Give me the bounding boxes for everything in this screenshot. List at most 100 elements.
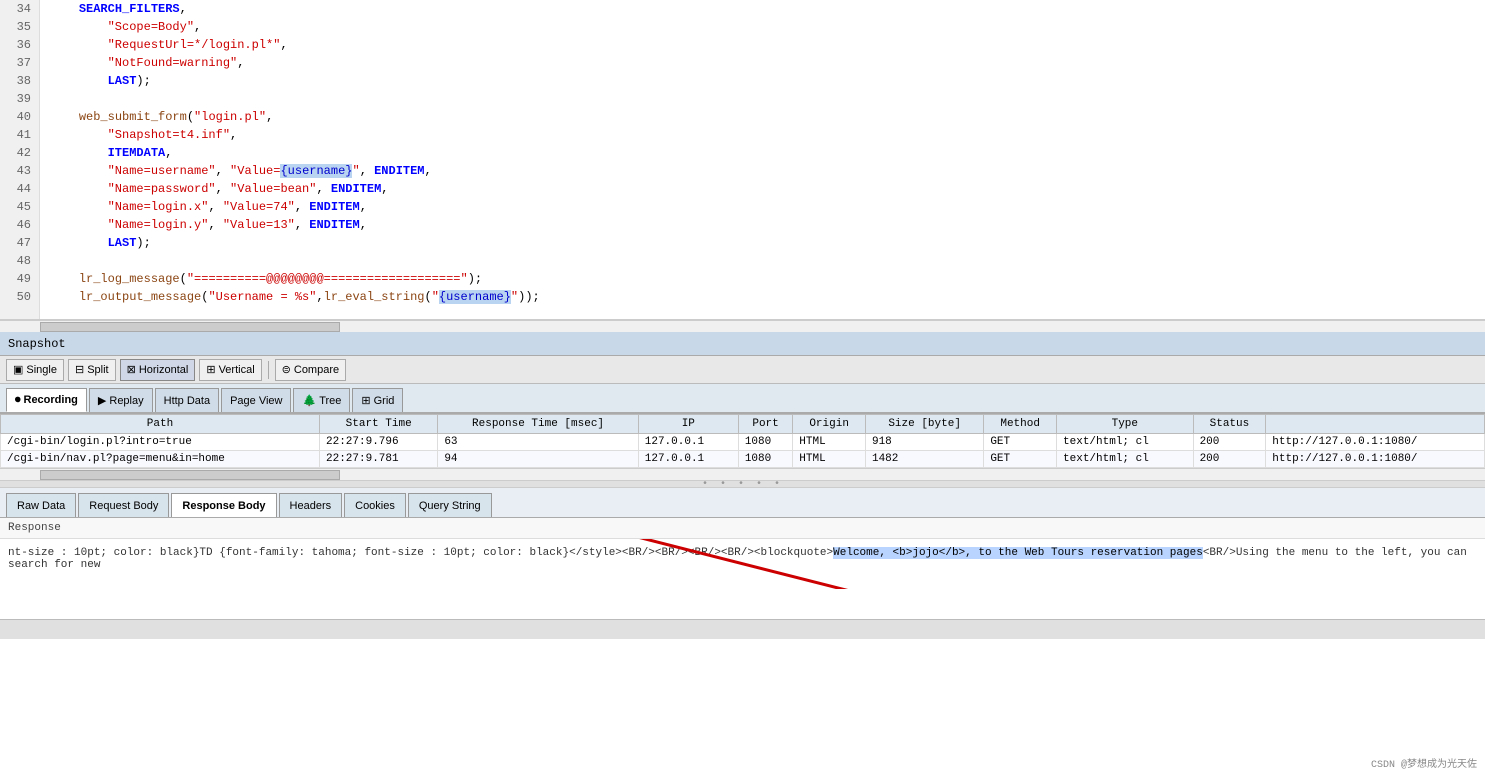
horizontal-button[interactable]: ⊠ Horizontal — [120, 359, 196, 381]
code-line: "Name=login.y", "Value=13", ENDITEM, — [50, 216, 1475, 234]
response-content: nt-size : 10pt; color: black}TD {font-fa… — [0, 539, 1485, 619]
vertical-icon: ⊞ — [206, 363, 215, 376]
grid-label: Grid — [374, 395, 395, 407]
table-cell: /cgi-bin/nav.pl?page=menu&in=home — [1, 451, 320, 468]
code-line: "NotFound=warning", — [50, 54, 1475, 72]
vertical-button[interactable]: ⊞ Vertical — [199, 359, 261, 381]
table-cell: 94 — [438, 451, 638, 468]
table-cell: http://127.0.0.1:1080/ — [1266, 434, 1485, 451]
line-numbers: 34 35 36 37 38 39 40 41 42 43 44 45 46 4… — [0, 0, 40, 319]
col-path: Path — [1, 415, 320, 434]
split-button[interactable]: ⊟ Split — [68, 359, 116, 381]
scrollbar-thumb[interactable] — [40, 322, 340, 332]
recording-icon: ⏺ — [15, 394, 21, 407]
table-cell: 1482 — [865, 451, 983, 468]
single-button[interactable]: ▣ Single — [6, 359, 64, 381]
raw-data-label: Raw Data — [17, 500, 65, 512]
code-line: web_submit_form("login.pl", — [50, 108, 1475, 126]
col-origin: Origin — [793, 415, 866, 434]
table-cell: 1080 — [738, 434, 792, 451]
view-tabs-bar: ⏺ Recording ▶ Replay Http Data Page View… — [0, 384, 1485, 414]
table-cell: 63 — [438, 434, 638, 451]
tab-tree[interactable]: 🌲 Tree — [293, 388, 350, 412]
tab-query-string[interactable]: Query String — [408, 493, 492, 517]
tab-page-view[interactable]: Page View — [221, 388, 291, 412]
col-start-time: Start Time — [320, 415, 438, 434]
vertical-label: Vertical — [219, 364, 255, 376]
http-data-label: Http Data — [164, 395, 210, 407]
horizontal-icon: ⊠ — [127, 363, 136, 376]
watermark: CSDN @梦想成为光天佐 — [1371, 755, 1477, 771]
recording-label: Recording — [24, 394, 78, 406]
table-scrollbar[interactable] — [0, 468, 1485, 480]
http-data-table: Path Start Time Response Time [msec] IP … — [0, 414, 1485, 468]
toolbar-separator — [268, 361, 269, 379]
table-scrollbar-thumb[interactable] — [40, 470, 340, 480]
tab-response-body[interactable]: Response Body — [171, 493, 276, 517]
replay-icon: ▶ — [98, 394, 106, 407]
col-method: Method — [984, 415, 1057, 434]
code-content: SEARCH_FILTERS, "Scope=Body", "RequestUr… — [40, 0, 1485, 319]
bottom-tabs-bar: Raw Data Request Body Response Body Head… — [0, 488, 1485, 518]
tab-replay[interactable]: ▶ Replay — [89, 388, 153, 412]
table-row[interactable]: /cgi-bin/login.pl?intro=true22:27:9.7966… — [1, 434, 1485, 451]
table-cell: GET — [984, 434, 1057, 451]
table-cell: text/html; cl — [1057, 434, 1194, 451]
tab-raw-data[interactable]: Raw Data — [6, 493, 76, 517]
resize-dots: • • • • • — [702, 479, 783, 490]
split-label: Split — [87, 364, 108, 376]
code-line: LAST); — [50, 72, 1475, 90]
response-label: Response — [0, 518, 1485, 539]
code-line: LAST); — [50, 234, 1475, 252]
tab-cookies[interactable]: Cookies — [344, 493, 406, 517]
table-cell: 22:27:9.796 — [320, 434, 438, 451]
table-cell: text/html; cl — [1057, 451, 1194, 468]
code-line: SEARCH_FILTERS, — [50, 0, 1475, 18]
col-status: Status — [1193, 415, 1266, 434]
tab-request-body[interactable]: Request Body — [78, 493, 169, 517]
tree-icon: 🌲 — [302, 394, 316, 407]
code-scrollbar[interactable] — [0, 320, 1485, 332]
col-ip: IP — [638, 415, 738, 434]
headers-label: Headers — [290, 500, 332, 512]
compare-button[interactable]: ⊜ Compare — [275, 359, 346, 381]
response-text-before: nt-size : 10pt; color: black}TD {font-fa… — [8, 547, 833, 559]
status-text — [8, 624, 14, 635]
cookies-label: Cookies — [355, 500, 395, 512]
col-port: Port — [738, 415, 792, 434]
compare-icon: ⊜ — [282, 363, 291, 376]
resize-handle[interactable]: • • • • • — [0, 480, 1485, 488]
snapshot-toolbar: ▣ Single ⊟ Split ⊠ Horizontal ⊞ Vertical… — [0, 356, 1485, 384]
tab-http-data[interactable]: Http Data — [155, 388, 219, 412]
code-line — [50, 252, 1475, 270]
table-cell: 200 — [1193, 451, 1266, 468]
code-line: "Scope=Body", — [50, 18, 1475, 36]
table-header-row: Path Start Time Response Time [msec] IP … — [1, 415, 1485, 434]
table-cell: GET — [984, 451, 1057, 468]
col-response-time: Response Time [msec] — [438, 415, 638, 434]
table-cell: http://127.0.0.1:1080/ — [1266, 451, 1485, 468]
table-row[interactable]: /cgi-bin/nav.pl?page=menu&in=home22:27:9… — [1, 451, 1485, 468]
code-line: "Name=password", "Value=bean", ENDITEM, — [50, 180, 1475, 198]
table-cell: 1080 — [738, 451, 792, 468]
table-cell: HTML — [793, 434, 866, 451]
code-line: "Snapshot=t4.inf", — [50, 126, 1475, 144]
col-url — [1266, 415, 1485, 434]
code-editor: 34 35 36 37 38 39 40 41 42 43 44 45 46 4… — [0, 0, 1485, 320]
code-line: "Name=login.x", "Value=74", ENDITEM, — [50, 198, 1475, 216]
split-icon: ⊟ — [75, 363, 84, 376]
grid-icon: ⊞ — [361, 394, 370, 407]
response-body-label: Response Body — [182, 500, 265, 512]
tab-headers[interactable]: Headers — [279, 493, 343, 517]
code-line: ITEMDATA, — [50, 144, 1475, 162]
snapshot-panel-header: Snapshot — [0, 332, 1485, 356]
data-table-area: Path Start Time Response Time [msec] IP … — [0, 414, 1485, 468]
tree-label: Tree — [319, 395, 341, 407]
code-line: lr_output_message("Username = %s",lr_eva… — [50, 288, 1475, 306]
code-line — [50, 90, 1475, 108]
tab-recording[interactable]: ⏺ Recording — [6, 388, 87, 412]
horizontal-label: Horizontal — [139, 364, 189, 376]
tab-grid[interactable]: ⊞ Grid — [352, 388, 403, 412]
table-cell: 200 — [1193, 434, 1266, 451]
single-icon: ▣ — [13, 363, 23, 376]
